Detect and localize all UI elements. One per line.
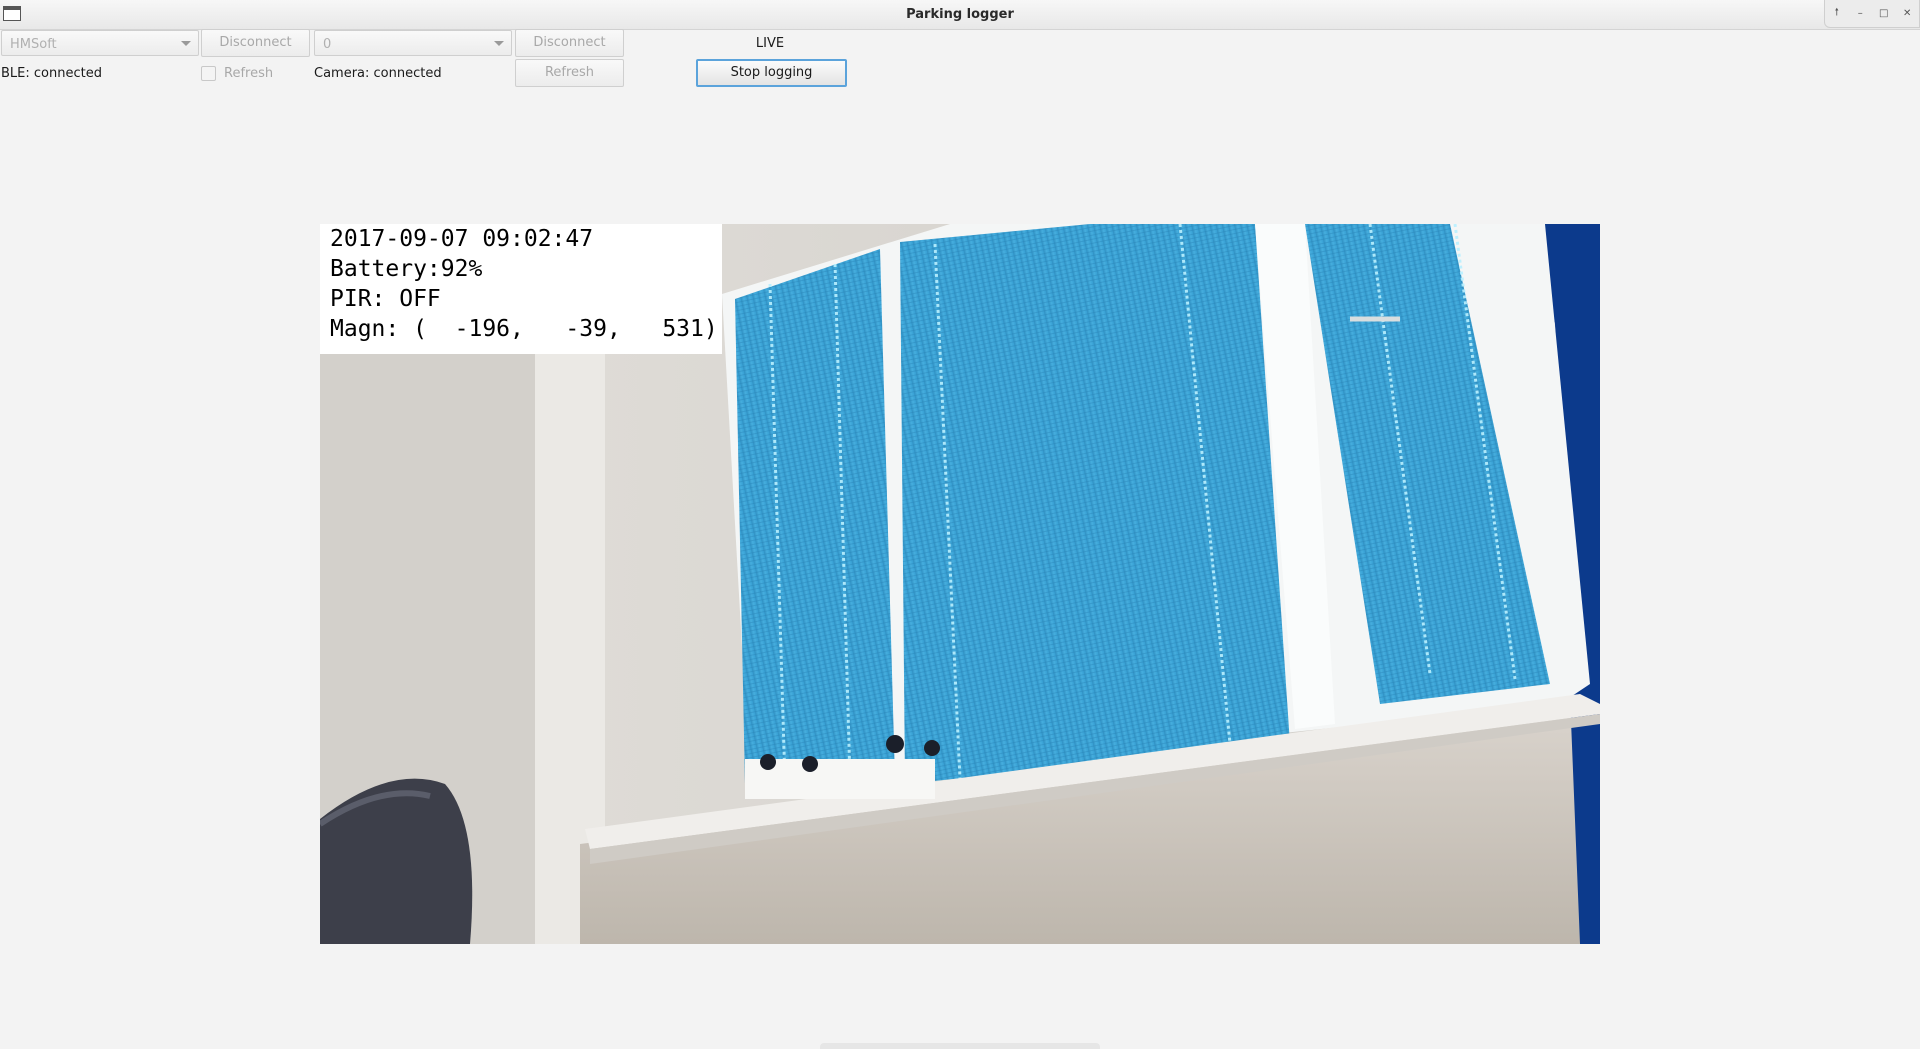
camera-device-value: 0 — [323, 37, 332, 52]
feed-magnetometer: Magn: ( -196, -39, 531) — [330, 316, 718, 342]
sensor-overlay: 2017-09-07 09:02:47 Battery:92% PIR: OFF… — [320, 224, 722, 354]
feed-pir: PIR: OFF — [330, 286, 441, 312]
ble-device-value: HMSoft — [10, 37, 57, 52]
window-controls: 🠕 – □ ✕ — [1824, 0, 1920, 28]
close-icon[interactable]: ✕ — [1900, 7, 1914, 21]
ble-refresh-checkbox[interactable] — [201, 66, 216, 81]
camera-device-select[interactable]: 0 — [314, 30, 512, 56]
ble-disconnect-button[interactable]: Disconnect — [201, 29, 310, 57]
camera-refresh-button[interactable]: Refresh — [515, 59, 624, 87]
ble-device-select[interactable]: HMSoft — [1, 30, 199, 56]
maximize-icon[interactable]: □ — [1877, 7, 1891, 21]
mode-label: LIVE — [755, 36, 785, 51]
ble-refresh-label: Refresh — [224, 66, 274, 81]
restore-icon[interactable]: 🠕 — [1830, 7, 1844, 21]
camera-status: Camera: connected — [314, 66, 442, 81]
resize-handle[interactable] — [820, 1043, 1100, 1049]
chevron-down-icon — [494, 41, 504, 46]
window-title: Parking logger — [906, 7, 1014, 22]
feed-battery: Battery:92% — [330, 256, 483, 282]
title-bar: Parking logger 🠕 – □ ✕ — [0, 0, 1920, 30]
stop-logging-button[interactable]: Stop logging — [696, 59, 847, 87]
ble-status: BLE: connected — [1, 66, 102, 81]
feed-timestamp: 2017-09-07 09:02:47 — [330, 226, 594, 252]
minimize-icon[interactable]: – — [1853, 7, 1867, 21]
chevron-down-icon — [181, 41, 191, 46]
camera-disconnect-button[interactable]: Disconnect — [515, 29, 624, 57]
camera-feed: 2017-09-07 09:02:47 Battery:92% PIR: OFF… — [320, 224, 1600, 944]
